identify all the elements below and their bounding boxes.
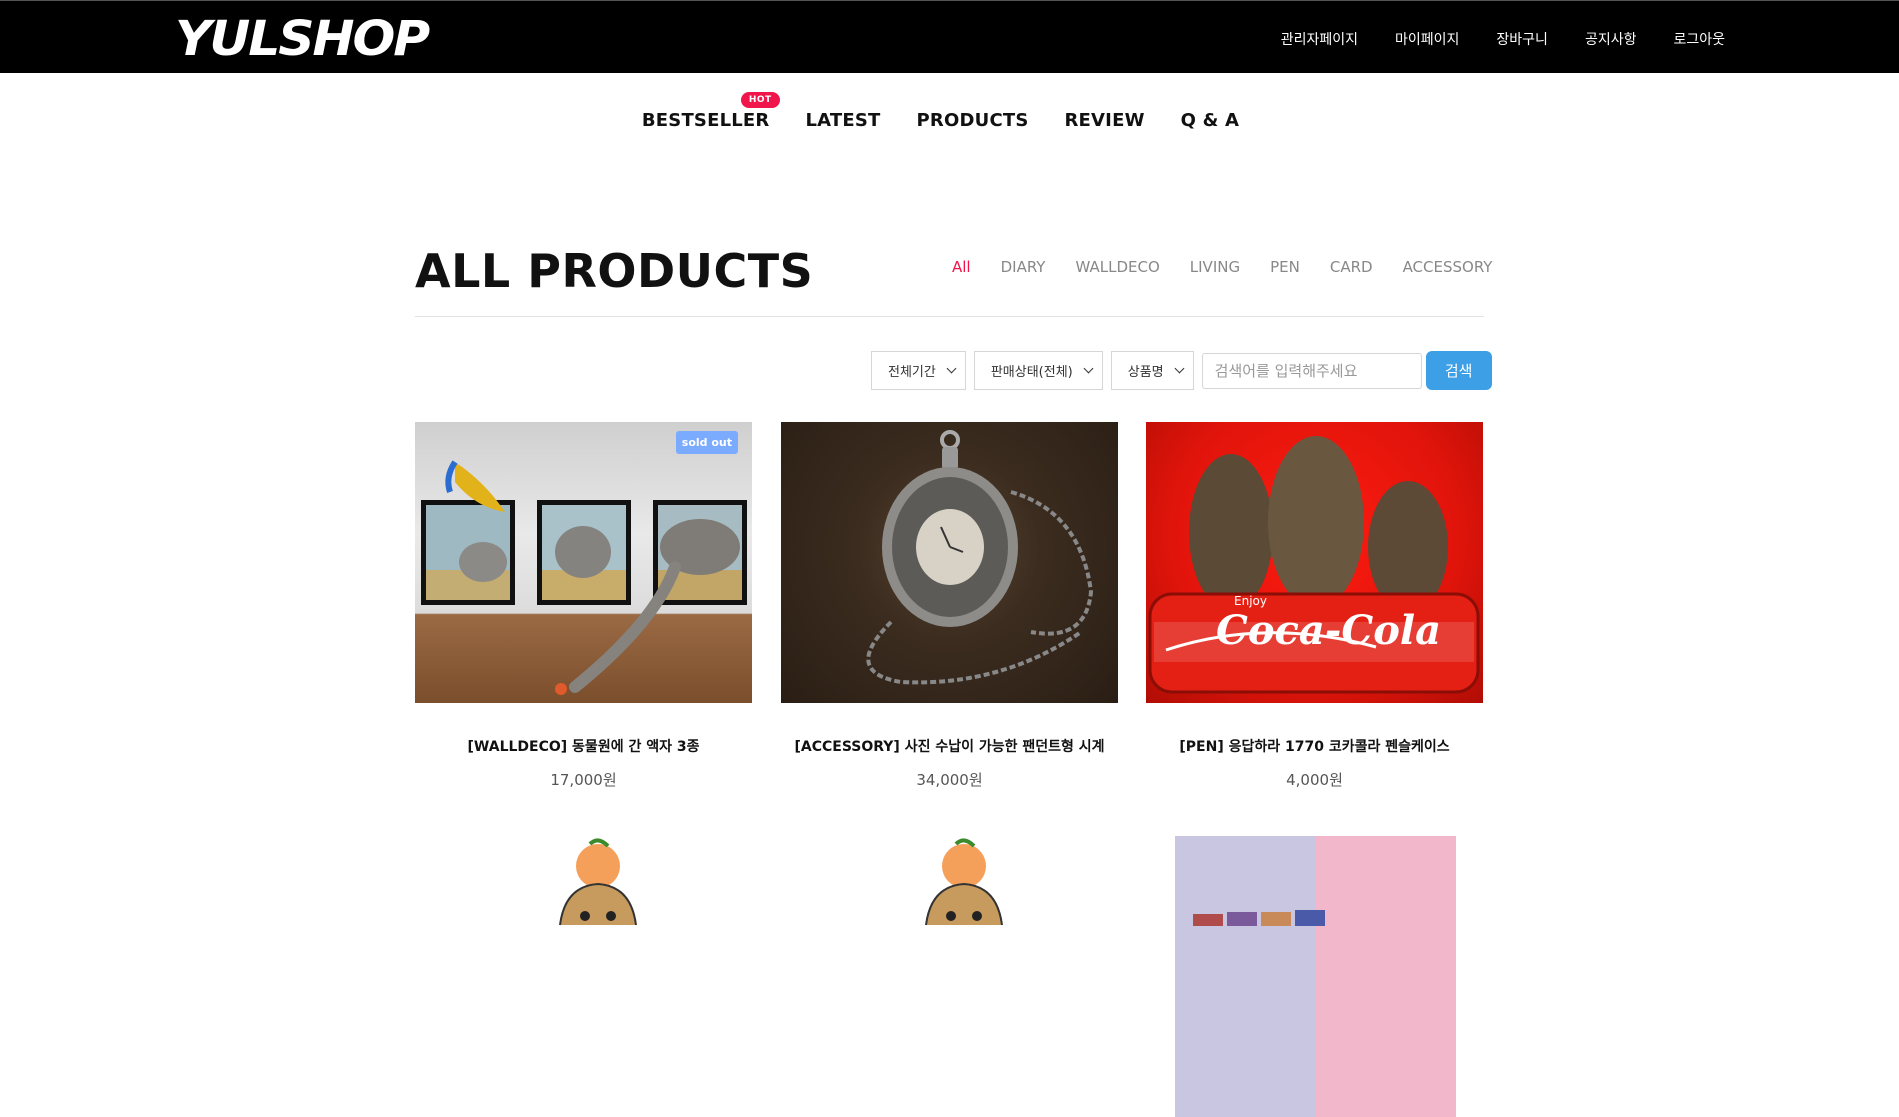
page-title: ALL PRODUCTS: [415, 244, 814, 298]
product-image[interactable]: [781, 836, 1118, 1117]
search-input[interactable]: 검색어를 입력해주세요: [1201, 352, 1422, 389]
nav-review[interactable]: REVIEW: [1065, 110, 1145, 131]
search-filters: 전체기간 판매상태(전체) 상품명 검색어를 입력해주세요 검색: [871, 351, 1492, 390]
nav-bestseller-label: BESTSELLER: [641, 110, 770, 131]
peach-cat-illustration: [925, 838, 1003, 926]
notice-link[interactable]: 공지사항: [1585, 29, 1637, 49]
hot-badge: HOT: [740, 92, 780, 108]
product-price: 17,000원: [550, 771, 617, 789]
sold-out-badge: sold out: [675, 431, 738, 454]
chevron-down-icon: [1174, 363, 1185, 374]
my-page-link[interactable]: 마이페이지: [1395, 29, 1459, 49]
nav-bestseller[interactable]: BESTSELLER HOT: [641, 92, 780, 131]
product-card[interactable]: Coca-Cola Enjoy [PEN] 응답하라 1770 코카콜라 펜슬케…: [1146, 422, 1483, 790]
svg-text:Coca-Cola: Coca-Cola: [1216, 607, 1441, 654]
product-card[interactable]: [415, 836, 752, 1117]
category-living[interactable]: LIVING: [1190, 258, 1240, 276]
nav-qna[interactable]: Q & A: [1181, 110, 1239, 131]
search-placeholder: 검색어를 입력해주세요: [1214, 362, 1358, 380]
cart-link[interactable]: 장바구니: [1496, 29, 1548, 49]
walldeco-illustration: [421, 460, 747, 695]
status-select-value: 판매상태(전체): [990, 365, 1073, 380]
product-image[interactable]: sold out: [415, 422, 752, 703]
product-image[interactable]: [415, 836, 752, 1117]
product-card[interactable]: [1175, 836, 1456, 1117]
nav-products[interactable]: PRODUCTS: [917, 110, 1029, 131]
field-select-value: 상품명: [1127, 365, 1164, 380]
product-image[interactable]: [781, 422, 1118, 703]
product-card[interactable]: [ACCESSORY] 사진 수납이 가능한 팬던트형 시계 34,000원: [781, 422, 1118, 790]
pocket-watch-illustration: [866, 430, 1094, 685]
svg-text:Enjoy: Enjoy: [1234, 594, 1267, 608]
chevron-down-icon: [1083, 363, 1094, 374]
product-card[interactable]: [781, 836, 1118, 1117]
card-set-illustration: [1193, 910, 1325, 926]
top-nav: 관리자페이지 마이페이지 장바구니 공지사항 로그아웃: [1244, 29, 1725, 49]
category-diary[interactable]: DIARY: [1001, 258, 1046, 276]
product-name[interactable]: [PEN] 응답하라 1770 코카콜라 펜슬케이스: [1146, 736, 1483, 756]
period-select[interactable]: 전체기간: [871, 351, 966, 390]
category-tabs: All DIARY WALLDECO LIVING PEN CARD ACCES…: [952, 258, 1522, 276]
status-select[interactable]: 판매상태(전체): [973, 351, 1103, 390]
category-card[interactable]: CARD: [1330, 258, 1373, 276]
period-select-value: 전체기간: [888, 365, 936, 380]
nav-latest[interactable]: LATEST: [806, 110, 881, 131]
search-button[interactable]: 검색: [1425, 351, 1492, 390]
product-image[interactable]: [1175, 836, 1456, 1117]
site-logo[interactable]: YULSHOP: [175, 11, 430, 67]
product-price: 34,000원: [916, 771, 983, 789]
product-price: 4,000원: [1286, 771, 1343, 789]
logout-link[interactable]: 로그아웃: [1673, 29, 1725, 49]
product-name[interactable]: [WALLDECO] 동물원에 간 액자 3종: [415, 736, 752, 756]
product-card[interactable]: sold out [WALLDECO] 동물원에 간 액자 3종 17,000원: [415, 422, 752, 790]
product-image[interactable]: Coca-Cola Enjoy: [1146, 422, 1483, 703]
category-pen[interactable]: PEN: [1270, 258, 1300, 276]
chevron-down-icon: [946, 363, 957, 374]
peach-cat-illustration: [559, 838, 637, 926]
admin-page-link[interactable]: 관리자페이지: [1281, 29, 1358, 49]
pencil-case-illustration: Coca-Cola Enjoy: [1148, 436, 1480, 694]
main-nav: BESTSELLER HOT LATEST PRODUCTS REVIEW Q …: [0, 92, 1899, 131]
field-select[interactable]: 상품명: [1110, 351, 1194, 390]
product-name[interactable]: [ACCESSORY] 사진 수납이 가능한 팬던트형 시계: [781, 736, 1118, 756]
title-divider: [415, 316, 1484, 317]
top-bar: YULSHOP 관리자페이지 마이페이지 장바구니 공지사항 로그아웃: [0, 0, 1899, 73]
category-all[interactable]: All: [952, 258, 971, 276]
category-accessory[interactable]: ACCESSORY: [1403, 258, 1493, 276]
category-walldeco[interactable]: WALLDECO: [1075, 258, 1159, 276]
